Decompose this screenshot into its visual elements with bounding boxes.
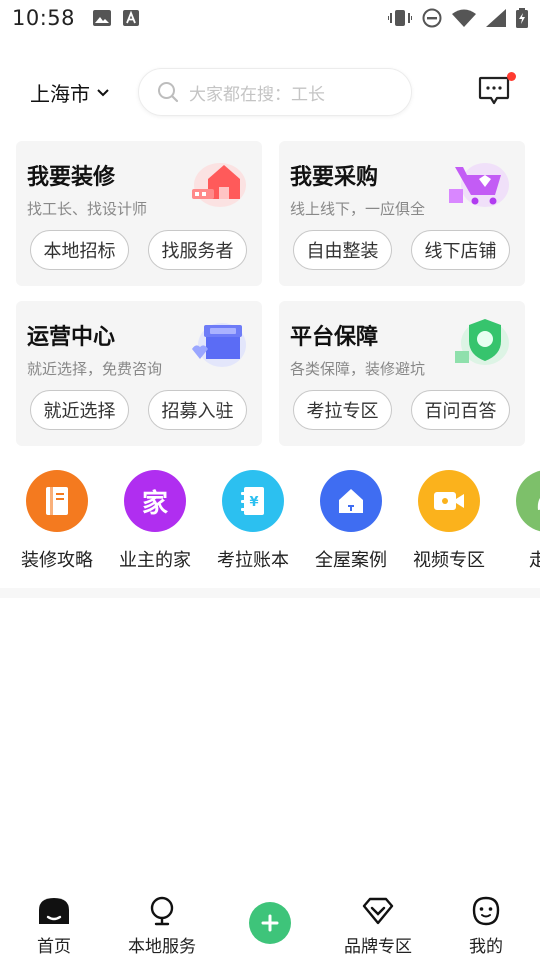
- card-operation-center[interactable]: 运营中心 就近选择，免费咨询 就近选择 招募入驻: [16, 301, 262, 446]
- quick-link-cases[interactable]: 全屋案例: [302, 468, 400, 572]
- tab-label: 本地服务: [128, 937, 196, 957]
- vibrate-icon: [388, 10, 412, 26]
- quick-link-label: 走近: [529, 550, 540, 571]
- bottom-navigation: 首页 本地服务 品牌专区 我的: [0, 888, 540, 960]
- card-subtitle: 就近选择，免费咨询: [27, 360, 163, 378]
- tab-profile[interactable]: 我的: [432, 896, 540, 957]
- home-icon: [39, 898, 69, 924]
- search-placeholder: 大家都在搜：工长: [189, 84, 325, 105]
- ledger-icon: ¥: [222, 470, 284, 532]
- house-shop-icon: [192, 163, 246, 207]
- signal-icon: [486, 9, 506, 27]
- header: 上海市 大家都在搜：工长: [0, 68, 540, 116]
- quick-link-label: 视频专区: [413, 550, 485, 571]
- quick-link-label: 考拉账本: [217, 550, 289, 571]
- koala-zone-button[interactable]: 考拉专区: [293, 390, 392, 430]
- diamond-icon: [362, 897, 394, 925]
- chevron-down-icon: [97, 88, 109, 96]
- tab-brand-zone[interactable]: 品牌专区: [324, 896, 432, 957]
- card-platform-guarantee[interactable]: 平台保障 各类保障，装修避坑 考拉专区 百问百答: [279, 301, 525, 446]
- nearby-select-button[interactable]: 就近选择: [30, 390, 129, 430]
- battery-icon: [516, 8, 528, 28]
- card-subtitle: 各类保障，装修避坑: [290, 360, 426, 378]
- tab-home[interactable]: 首页: [0, 896, 108, 957]
- status-time: 10:58: [12, 6, 76, 30]
- city-selector[interactable]: 上海市: [30, 78, 110, 107]
- tab-local-service[interactable]: 本地服务: [108, 896, 216, 957]
- offline-store-button[interactable]: 线下店铺: [411, 230, 510, 270]
- publish-button[interactable]: [249, 902, 291, 944]
- search-icon: [158, 82, 179, 103]
- card-title: 我要采购: [290, 165, 379, 190]
- tab-label: 首页: [37, 937, 71, 957]
- home-char-icon: 家: [124, 470, 186, 532]
- quick-link-video[interactable]: 视频专区: [400, 468, 498, 572]
- local-bidding-button[interactable]: 本地招标: [30, 230, 129, 270]
- leaf-icon: [516, 470, 540, 532]
- book-icon: [26, 470, 88, 532]
- status-bar: 10:58: [0, 0, 540, 36]
- shield-icon: [455, 319, 509, 365]
- storefront-icon: [192, 323, 246, 367]
- free-package-button[interactable]: 自由整装: [293, 230, 392, 270]
- video-icon: [418, 470, 480, 532]
- profile-icon: [472, 896, 500, 926]
- recruit-join-button[interactable]: 招募入驻: [148, 390, 247, 430]
- card-subtitle: 线上线下，一应俱全: [290, 200, 426, 218]
- quick-link-label: 全屋案例: [315, 550, 387, 571]
- city-label: 上海市: [30, 82, 90, 106]
- quick-link-guide[interactable]: 装修攻略: [8, 468, 106, 572]
- shopping-cart-icon: [449, 163, 509, 207]
- quick-link-label: 装修攻略: [21, 550, 93, 571]
- card-title: 平台保障: [290, 325, 379, 350]
- faq-button[interactable]: 百问百答: [411, 390, 510, 430]
- section-divider: [0, 588, 540, 598]
- do-not-disturb-icon: [422, 8, 442, 28]
- search-input[interactable]: 大家都在搜：工长: [138, 68, 412, 116]
- quick-link-approach[interactable]: 走近: [498, 468, 540, 572]
- quick-links-row: 装修攻略 家 业主的家 ¥ 考拉账本 全屋案例 视频专区 走近: [0, 468, 540, 578]
- card-subtitle: 找工长、找设计师: [27, 200, 148, 218]
- card-title: 运营中心: [27, 325, 116, 350]
- card-title: 我要装修: [27, 165, 116, 190]
- quick-link-label: 业主的家: [119, 550, 191, 571]
- card-renovation[interactable]: 我要装修 找工长、找设计师 本地招标 找服务者: [16, 141, 262, 286]
- card-purchase[interactable]: 我要采购 线上线下，一应俱全 自由整装 线下店铺: [279, 141, 525, 286]
- quick-link-ledger[interactable]: ¥ 考拉账本: [204, 468, 302, 572]
- location-icon: [150, 896, 174, 926]
- notification-dot: [507, 72, 516, 81]
- wifi-icon: [452, 9, 476, 27]
- font-download-icon: [123, 10, 140, 26]
- plus-icon: [261, 914, 279, 932]
- svg-text:¥: ¥: [249, 495, 258, 510]
- gallery-icon: [93, 10, 112, 26]
- message-icon[interactable]: [478, 76, 510, 106]
- quick-link-owner-home[interactable]: 家 业主的家: [106, 468, 204, 572]
- house-icon: [320, 470, 382, 532]
- tab-label: 我的: [469, 937, 503, 957]
- find-provider-button[interactable]: 找服务者: [148, 230, 247, 270]
- tab-label: 品牌专区: [344, 937, 412, 957]
